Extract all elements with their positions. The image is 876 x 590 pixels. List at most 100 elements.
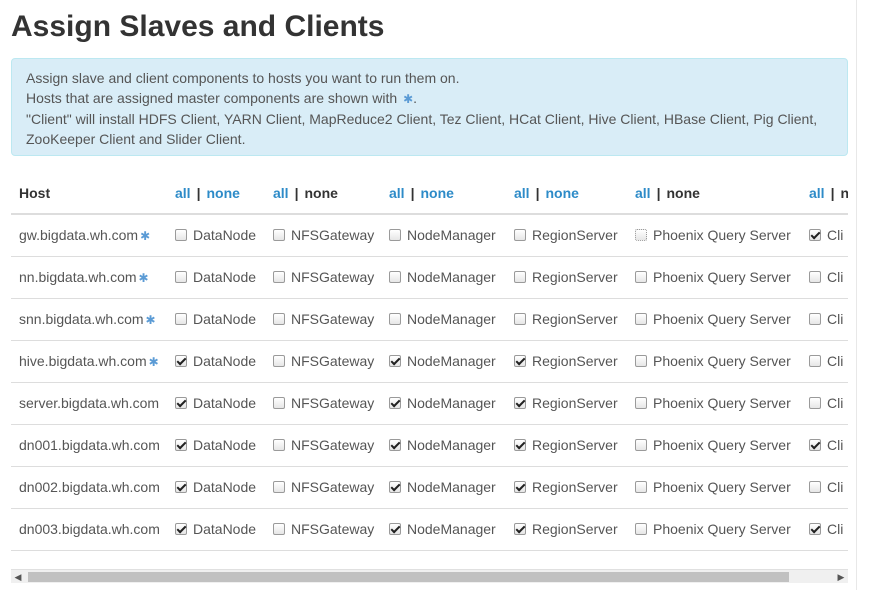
select-all-link[interactable]: all <box>809 185 825 201</box>
component-cell[interactable]: NFSGateway <box>273 382 389 425</box>
component-checkbox[interactable] <box>273 313 285 325</box>
component-checkbox[interactable] <box>273 229 285 242</box>
component-checkbox[interactable] <box>389 313 401 325</box>
component-cell[interactable]: DataNode <box>175 382 273 425</box>
component-checkbox[interactable] <box>809 355 821 367</box>
component-cell[interactable]: NFSGateway <box>273 214 389 257</box>
component-checkbox[interactable] <box>175 271 187 283</box>
component-checkbox[interactable] <box>175 481 187 493</box>
component-cell[interactable]: NodeManager <box>389 340 514 383</box>
component-checkbox[interactable] <box>809 439 821 451</box>
component-checkbox[interactable] <box>175 439 187 451</box>
component-checkbox[interactable] <box>809 271 821 283</box>
component-checkbox[interactable] <box>389 229 401 242</box>
component-cell[interactable]: Phoenix Query Server <box>635 424 809 467</box>
component-checkbox[interactable] <box>273 355 285 367</box>
select-all-link[interactable]: all <box>273 185 289 201</box>
component-cell[interactable]: NFSGateway <box>273 340 389 383</box>
component-checkbox[interactable] <box>635 355 647 367</box>
component-cell[interactable]: Cli <box>809 382 848 425</box>
component-checkbox[interactable] <box>389 439 401 451</box>
component-cell[interactable]: RegionServer <box>514 298 635 341</box>
component-cell[interactable]: RegionServer <box>514 424 635 467</box>
component-checkbox[interactable] <box>514 355 526 367</box>
component-checkbox[interactable] <box>514 523 526 535</box>
scroll-left-arrow-icon[interactable]: ◀ <box>11 570 25 584</box>
component-cell[interactable]: NodeManager <box>389 298 514 341</box>
component-checkbox[interactable] <box>635 481 647 493</box>
component-checkbox[interactable] <box>175 397 187 409</box>
component-cell[interactable]: NFSGateway <box>273 256 389 299</box>
component-cell[interactable]: DataNode <box>175 508 273 551</box>
component-checkbox[interactable] <box>635 397 647 409</box>
component-checkbox[interactable] <box>809 313 821 325</box>
component-cell[interactable]: NFSGateway <box>273 466 389 509</box>
component-checkbox[interactable] <box>389 481 401 493</box>
component-checkbox[interactable] <box>635 229 647 242</box>
component-cell[interactable]: Phoenix Query Server <box>635 298 809 341</box>
component-cell[interactable]: RegionServer <box>514 508 635 551</box>
component-cell[interactable]: Cli <box>809 298 848 341</box>
component-cell[interactable]: Phoenix Query Server <box>635 340 809 383</box>
component-checkbox[interactable] <box>175 355 187 367</box>
component-cell[interactable]: Cli <box>809 256 848 299</box>
component-cell[interactable]: RegionServer <box>514 256 635 299</box>
component-checkbox[interactable] <box>273 439 285 451</box>
component-checkbox[interactable] <box>809 229 821 242</box>
component-cell[interactable]: Cli <box>809 466 848 509</box>
component-cell[interactable]: RegionServer <box>514 466 635 509</box>
component-cell[interactable]: NodeManager <box>389 466 514 509</box>
select-all-link[interactable]: all <box>514 185 530 201</box>
component-cell[interactable]: NodeManager <box>389 256 514 299</box>
component-checkbox[interactable] <box>514 313 526 325</box>
component-cell[interactable]: NFSGateway <box>273 508 389 551</box>
component-cell[interactable]: Cli <box>809 214 848 257</box>
select-none-link[interactable]: none <box>207 185 240 201</box>
component-checkbox[interactable] <box>175 229 187 242</box>
component-cell[interactable]: Phoenix Query Server <box>635 466 809 509</box>
vertical-scrollbar-track[interactable] <box>856 0 876 590</box>
component-checkbox[interactable] <box>273 397 285 409</box>
component-checkbox[interactable] <box>389 397 401 409</box>
component-cell[interactable]: DataNode <box>175 298 273 341</box>
select-all-link[interactable]: all <box>175 185 191 201</box>
component-checkbox[interactable] <box>273 481 285 493</box>
component-cell[interactable]: Phoenix Query Server <box>635 508 809 551</box>
select-none-link[interactable]: none <box>421 185 454 201</box>
assignment-table-container[interactable]: Host all | none all | none all | none all | none all… <box>11 172 848 552</box>
component-cell[interactable]: Cli <box>809 424 848 467</box>
component-checkbox[interactable] <box>514 397 526 409</box>
component-checkbox[interactable] <box>514 271 526 283</box>
component-cell[interactable]: DataNode <box>175 340 273 383</box>
component-cell[interactable]: NodeManager <box>389 508 514 551</box>
select-all-link[interactable]: all <box>389 185 405 201</box>
component-checkbox[interactable] <box>635 313 647 325</box>
select-all-link[interactable]: all <box>635 185 651 201</box>
scroll-right-arrow-icon[interactable]: ▶ <box>834 570 848 584</box>
component-checkbox[interactable] <box>635 271 647 283</box>
component-cell[interactable]: RegionServer <box>514 214 635 257</box>
component-cell[interactable]: NodeManager <box>389 382 514 425</box>
component-cell[interactable]: NFSGateway <box>273 424 389 467</box>
component-checkbox[interactable] <box>389 355 401 367</box>
component-checkbox[interactable] <box>514 439 526 451</box>
component-checkbox[interactable] <box>809 481 821 493</box>
component-checkbox[interactable] <box>635 439 647 451</box>
component-checkbox[interactable] <box>809 397 821 409</box>
component-cell[interactable]: Cli <box>809 508 848 551</box>
component-cell[interactable]: RegionServer <box>514 382 635 425</box>
component-checkbox[interactable] <box>635 523 647 535</box>
component-cell[interactable]: NodeManager <box>389 424 514 467</box>
component-cell[interactable]: Cli <box>809 340 848 383</box>
component-checkbox[interactable] <box>514 481 526 493</box>
component-checkbox[interactable] <box>175 523 187 535</box>
component-cell[interactable]: DataNode <box>175 256 273 299</box>
component-cell[interactable]: Phoenix Query Server <box>635 256 809 299</box>
scroll-thumb[interactable] <box>28 572 789 582</box>
horizontal-scrollbar[interactable]: ◀ ▶ <box>11 569 848 583</box>
component-cell[interactable]: RegionServer <box>514 340 635 383</box>
component-checkbox[interactable] <box>175 313 187 325</box>
component-checkbox[interactable] <box>273 271 285 283</box>
component-cell[interactable]: Phoenix Query Server <box>635 214 809 257</box>
component-checkbox[interactable] <box>273 523 285 535</box>
